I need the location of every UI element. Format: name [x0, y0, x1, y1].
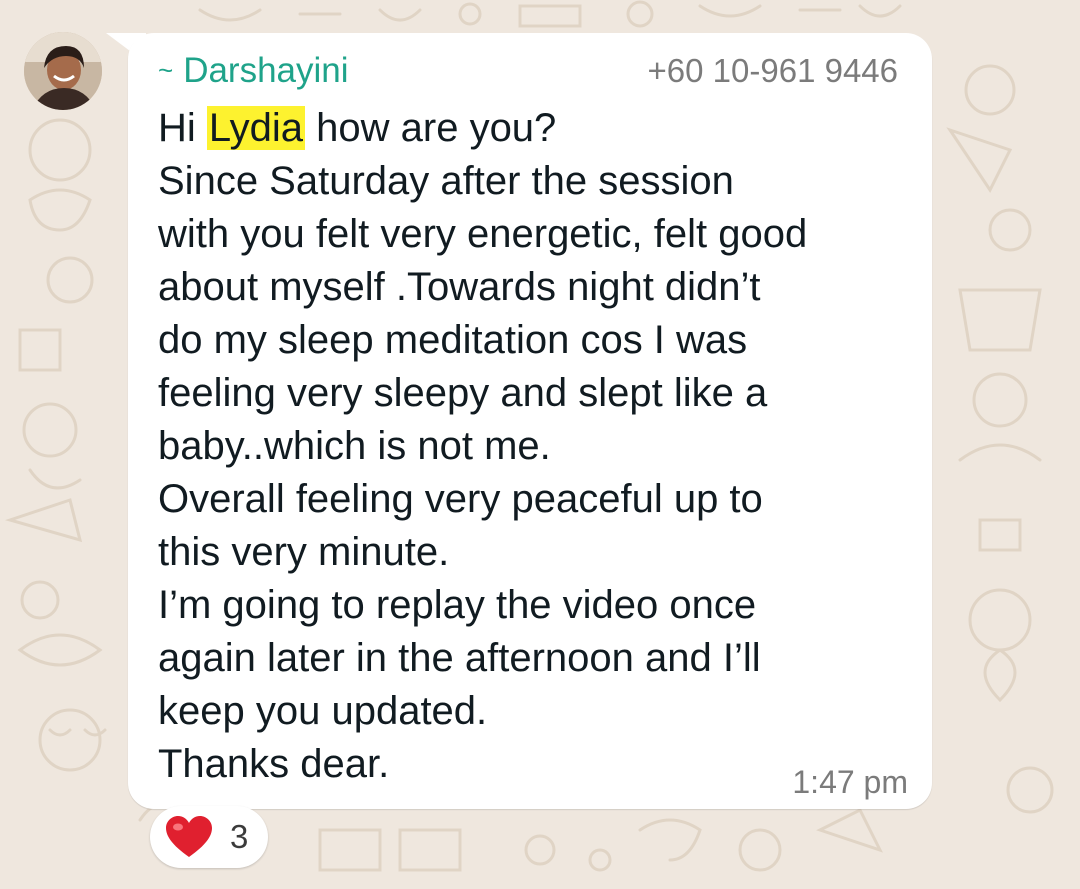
greeting-start: Hi	[158, 106, 207, 150]
message-line: I’m going to replay the video once	[158, 583, 757, 627]
avatar-photo	[24, 32, 102, 110]
message-line: baby..which is not me.	[158, 424, 551, 468]
message-line: with you felt very energetic, felt good	[158, 212, 808, 256]
reaction-pill[interactable]: 3	[150, 806, 268, 868]
red-heart-icon	[166, 816, 212, 857]
message-timestamp: 1:47 pm	[792, 764, 908, 800]
message-bubble[interactable]: ~ Darshayini +60 10-961 9446 Hi Lydia how…	[128, 33, 932, 809]
greeting-end: how are you?	[305, 106, 557, 150]
message-line: about myself .Towards night didn’t	[158, 265, 761, 309]
message-line: Since Saturday after the session	[158, 159, 734, 203]
message-line: Overall feeling very peaceful up to	[158, 477, 763, 521]
message-line: do my sleep meditation cos I was	[158, 318, 748, 362]
message-line: feeling very sleepy and slept like a	[158, 371, 768, 415]
sender-name[interactable]: ~ Darshayini	[158, 51, 349, 93]
sender-name-text: Darshayini	[183, 51, 349, 90]
reaction-count: 3	[230, 818, 249, 855]
message-line: again later in the afternoon and I’ll	[158, 636, 761, 680]
message-line: this very minute.	[158, 530, 450, 574]
mention-highlight: Lydia	[206, 106, 306, 150]
message-text: Hi Lydia how are you? Since Saturday aft…	[158, 102, 914, 791]
message-line: keep you updated.	[158, 689, 488, 733]
sender-header: ~ Darshayini +60 10-961 9446	[158, 47, 898, 91]
message-line: Hi Lydia how are you?	[158, 102, 914, 155]
sender-phone[interactable]: +60 10-961 9446	[648, 51, 898, 91]
sender-prefix: ~	[158, 55, 174, 85]
sender-avatar[interactable]	[24, 32, 102, 110]
